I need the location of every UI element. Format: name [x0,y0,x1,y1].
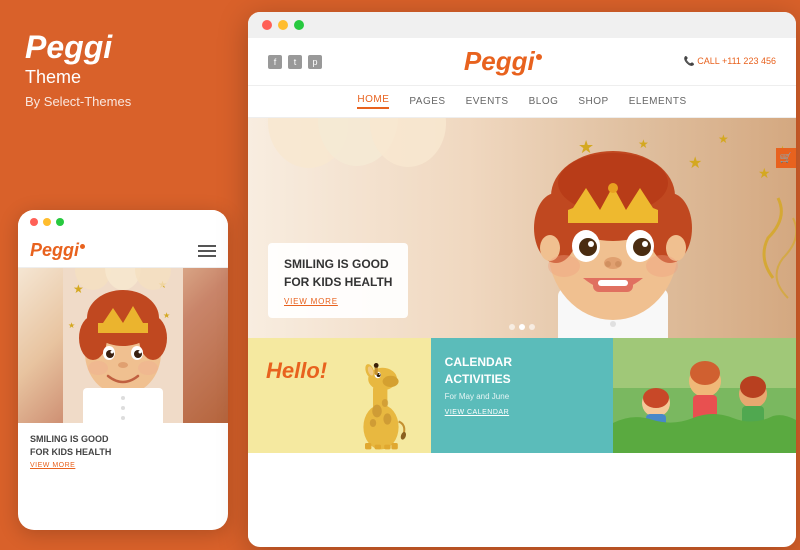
desktop-dot-yellow [278,20,288,30]
cards-row: Hello! [248,338,796,453]
svg-text:★: ★ [718,132,729,146]
desktop-mockup: f t p Peggi 📞 CALL +111 223 456 HOME PAG… [248,12,796,547]
mobile-hero-image: ★ ★ ★ ★ [18,268,228,423]
nav-blog[interactable]: BLOG [529,96,559,107]
calendar-card: CALENDARACTIVITIES For May and June VIEW… [431,338,614,453]
calendar-activities-title: CALENDARACTIVITIES [445,354,600,388]
mobile-logo: Peggi [30,240,85,261]
hero-view-more-link[interactable]: VIEW MORE [284,297,392,306]
calendar-view-link[interactable]: VIEW CALENDAR [445,409,600,416]
carousel-dot-3[interactable] [529,324,535,330]
mobile-top-bar [18,210,228,234]
site-nav: HOME PAGES EVENTS BLOG SHOP ELEMENTS [248,86,796,118]
svg-text:★: ★ [638,137,649,151]
hello-text: Hello! [266,358,327,384]
mobile-dot-yellow [43,218,51,226]
brand-author: By Select-Themes [25,94,220,109]
hero-text-overlay: SMILING IS GOODFOR KIDS HEALTH VIEW MORE [268,243,408,318]
call-icon: 📞 [684,56,698,66]
carousel-dot-2[interactable] [519,324,525,330]
desktop-dot-red [262,20,272,30]
giraffe-card: Hello! [248,338,431,453]
calendar-subtitle: For May and June [445,392,600,401]
carousel-dot-1[interactable] [509,324,515,330]
mobile-hamburger-icon[interactable] [198,245,216,257]
pinterest-icon[interactable]: p [308,55,322,69]
nav-home[interactable]: HOME [357,94,389,109]
kids-photo-card [613,338,796,453]
site-header: f t p Peggi 📞 CALL +111 223 456 [248,38,796,86]
svg-text:★: ★ [688,155,702,172]
calendar-card-content: CALENDARACTIVITIES For May and June VIEW… [431,338,614,432]
mobile-hero-text: SMILING IS GOODFOR KIDS HEALTH VIEW MORE [18,423,228,475]
svg-text:★: ★ [68,321,75,330]
call-info: 📞 CALL +111 223 456 [684,56,776,67]
carousel-dots [509,324,535,330]
desktop-top-bar [248,12,796,38]
mobile-hero-heading: SMILING IS GOODFOR KIDS HEALTH [30,433,216,458]
hero-heading: SMILING IS GOODFOR KIDS HEALTH [284,255,392,291]
site-logo: Peggi [464,46,542,77]
hero-section: ★ ★ ★ ★ ★ ★ ★ [248,118,796,338]
svg-text:★: ★ [758,165,771,181]
twitter-icon[interactable]: t [288,55,302,69]
brand-name: Peggi [25,30,220,65]
mobile-nav: Peggi [18,234,228,268]
social-icons: f t p [268,55,322,69]
desktop-dot-green [294,20,304,30]
nav-pages[interactable]: PAGES [409,96,445,107]
mobile-dot-red [30,218,38,226]
nav-shop[interactable]: SHOP [578,96,608,107]
svg-text:★: ★ [163,311,170,320]
nav-events[interactable]: EVENTS [466,96,509,107]
mobile-dot-green [56,218,64,226]
mobile-view-more-link[interactable]: VIEW MORE [30,462,216,469]
desktop-content: f t p Peggi 📞 CALL +111 223 456 HOME PAG… [248,38,796,543]
mobile-mockup: Peggi ★ ★ ★ ★ [18,210,228,530]
brand-subtitle: Theme [25,67,220,88]
facebook-icon[interactable]: f [268,55,282,69]
nav-elements[interactable]: ELEMENTS [629,96,687,107]
cart-button[interactable]: 🛒 [776,148,796,168]
